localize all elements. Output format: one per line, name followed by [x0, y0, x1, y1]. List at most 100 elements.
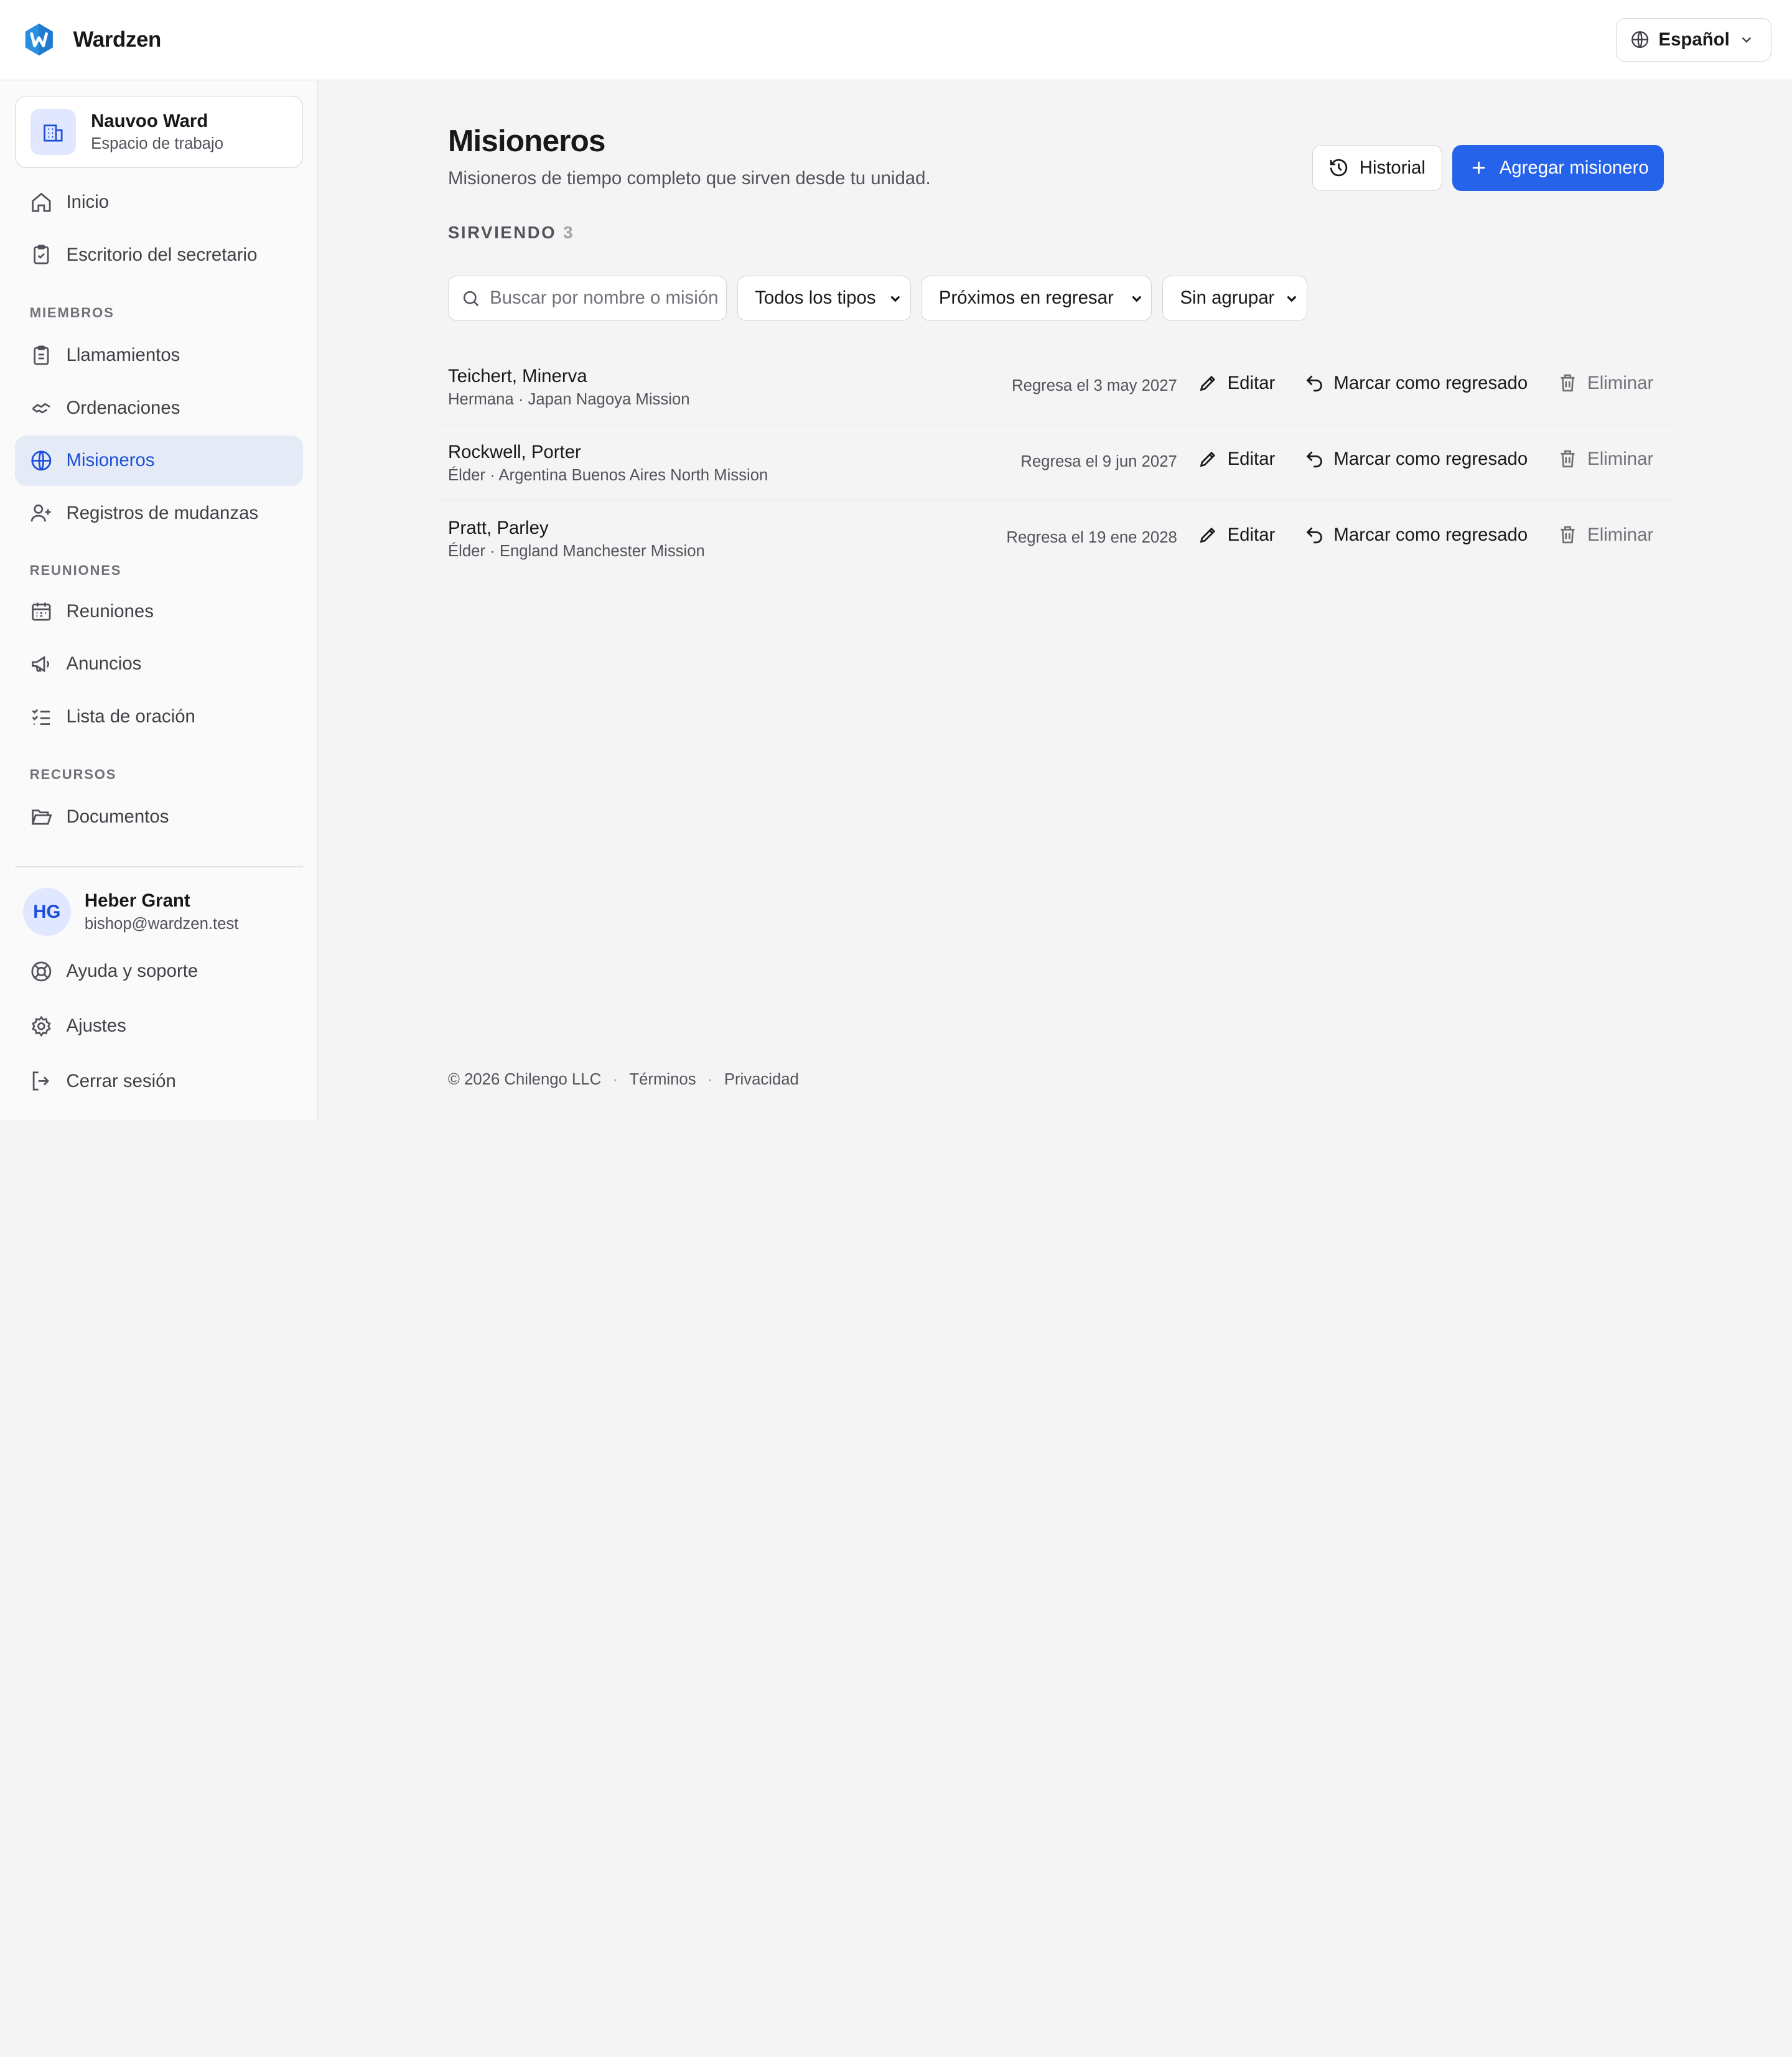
- edit-button[interactable]: Editar: [1198, 525, 1275, 546]
- missionary-meta: Élder · Argentina Buenos Aires North Mis…: [447, 467, 768, 485]
- brand[interactable]: Wardzen: [23, 22, 161, 57]
- delete-label: Eliminar: [1587, 448, 1654, 469]
- workspace-name: Nauvoo Ward: [91, 110, 208, 131]
- undo-icon: [1306, 527, 1322, 544]
- avatar: HG: [22, 888, 71, 936]
- main-content: Misioneros Misioneros de tiempo completo…: [319, 81, 1792, 1120]
- sidebar-divider: [14, 866, 303, 868]
- sidebar-item-anuncios[interactable]: Anuncios: [15, 639, 303, 689]
- workspace-switcher[interactable]: Nauvoo Ward Espacio de trabajo: [14, 96, 303, 168]
- mark-returned-label: Marcar como regresado: [1333, 372, 1528, 393]
- edit-button[interactable]: Editar: [1198, 449, 1275, 470]
- sidebar-item-ayuda[interactable]: Ayuda y soporte: [15, 946, 303, 997]
- footer: © 2026 Chilengo LLC · Términos · Privaci…: [448, 1071, 799, 1089]
- handshake-icon: [32, 403, 50, 414]
- nav-section-miembros: MIEMBROS: [29, 305, 114, 321]
- edit-label: Editar: [1227, 372, 1276, 393]
- serving-label: SIRVIENDO: [447, 223, 557, 243]
- type-filter-select[interactable]: Todos los tipos: [737, 275, 911, 322]
- life-buoy-icon: [31, 961, 52, 982]
- clipboard-check-icon: [34, 245, 49, 264]
- trash-icon: [1561, 374, 1575, 392]
- chevron-down-icon: [1742, 37, 1752, 43]
- missionary-name[interactable]: Rockwell, Porter: [448, 442, 581, 463]
- mark-returned-button[interactable]: Marcar como regresado: [1304, 525, 1528, 546]
- sidebar-item-lista-oracion[interactable]: Lista de oración: [15, 691, 303, 742]
- mark-returned-button[interactable]: Marcar como regresado: [1304, 449, 1528, 470]
- add-missionary-button[interactable]: Agregar misionero: [1452, 145, 1664, 191]
- sidebar-item-ordenaciones[interactable]: Ordenaciones: [15, 383, 303, 433]
- app-root: Wardzen Español Nauvoo Ward Espacio de t…: [0, 0, 1792, 1120]
- sidebar-item-label: Documentos: [66, 806, 169, 828]
- serving-count: 3: [563, 223, 573, 243]
- sidebar-item-label: Llamamientos: [66, 345, 180, 366]
- missionary-name[interactable]: Teichert, Minerva: [448, 366, 587, 387]
- return-date: Regresa el 19 ene 2028: [1006, 529, 1177, 547]
- user-name: Heber Grant: [84, 890, 190, 912]
- sort-select[interactable]: Próximos en regresar: [921, 275, 1152, 322]
- footer-separator: ·: [707, 1070, 713, 1088]
- list-item: Rockwell, Porter Élder · Argentina Bueno…: [437, 424, 1673, 501]
- delete-button[interactable]: Eliminar: [1557, 525, 1653, 546]
- sidebar-item-label: Ordenaciones: [66, 397, 180, 418]
- delete-button[interactable]: Eliminar: [1557, 449, 1653, 470]
- sort-value: Próximos en regresar: [938, 287, 1114, 309]
- sidebar-item-label: Lista de oración: [66, 706, 195, 727]
- sidebar-item-label: Registros de mudanzas: [66, 502, 259, 523]
- delete-label: Eliminar: [1587, 524, 1654, 545]
- globe-icon: [31, 450, 52, 471]
- mark-returned-label: Marcar como regresado: [1333, 524, 1528, 545]
- terms-link[interactable]: Términos: [629, 1071, 696, 1089]
- chevron-down-icon: [1131, 296, 1142, 302]
- pencil-icon: [1200, 528, 1215, 543]
- clipboard-list-icon: [34, 345, 49, 365]
- mark-returned-button[interactable]: Marcar como regresado: [1304, 373, 1528, 394]
- sidebar-item-ajustes[interactable]: Ajustes: [15, 1001, 303, 1052]
- language-selector[interactable]: Español: [1615, 17, 1771, 62]
- group-select[interactable]: Sin agrupar: [1162, 275, 1308, 322]
- sidebar-item-label: Cerrar sesión: [66, 1070, 176, 1091]
- sidebar-item-misioneros[interactable]: Misioneros: [14, 435, 303, 486]
- page-subtitle: Misioneros de tiempo completo que sirven…: [447, 167, 931, 189]
- delete-button[interactable]: Eliminar: [1557, 373, 1653, 394]
- user-plus-icon: [30, 505, 51, 522]
- search-input[interactable]: Buscar por nombre o misión: [447, 275, 727, 322]
- delete-label: Eliminar: [1587, 372, 1654, 393]
- sidebar-item-label: Anuncios: [66, 653, 142, 674]
- sidebar-item-label: Escritorio del secretario: [66, 244, 258, 265]
- sidebar-item-label: Inicio: [66, 192, 110, 213]
- user-profile[interactable]: HG Heber Grant bishop@wardzen.test: [22, 888, 239, 936]
- edit-button[interactable]: Editar: [1198, 373, 1275, 394]
- sidebar-item-mudanzas[interactable]: Registros de mudanzas: [15, 488, 303, 538]
- missionary-name[interactable]: Pratt, Parley: [448, 518, 549, 539]
- megaphone-icon: [31, 655, 49, 673]
- list-item: Teichert, Minerva Hermana · Japan Nagoya…: [437, 348, 1673, 425]
- history-icon: [1330, 159, 1348, 177]
- footer-separator: ·: [612, 1070, 618, 1088]
- edit-label: Editar: [1227, 448, 1276, 469]
- undo-icon: [1306, 375, 1322, 392]
- sidebar-item-escritorio[interactable]: Escritorio del secretario: [15, 230, 303, 280]
- gear-icon: [31, 1015, 51, 1037]
- pencil-icon: [1200, 376, 1215, 391]
- search-placeholder: Buscar por nombre o misión: [490, 287, 719, 309]
- missionary-list: Teichert, Minerva Hermana · Japan Nagoya…: [437, 348, 1673, 576]
- top-bar: Wardzen Español: [0, 0, 1792, 80]
- sidebar-item-cerrar-sesion[interactable]: Cerrar sesión: [15, 1056, 303, 1106]
- user-email: bishop@wardzen.test: [84, 915, 239, 933]
- home-icon: [31, 192, 51, 212]
- privacy-link[interactable]: Privacidad: [724, 1071, 799, 1089]
- sidebar: Nauvoo Ward Espacio de trabajo Inicio Es…: [0, 81, 318, 1120]
- history-button[interactable]: Historial: [1312, 145, 1442, 191]
- sidebar-item-reuniones[interactable]: Reuniones: [15, 586, 303, 637]
- nav-section-reuniones: REUNIONES: [29, 562, 122, 578]
- sidebar-item-llamamientos[interactable]: Llamamientos: [15, 330, 303, 381]
- sidebar-item-inicio[interactable]: Inicio: [15, 177, 303, 228]
- sidebar-item-label: Reuniones: [66, 600, 154, 622]
- group-value: Sin agrupar: [1180, 287, 1275, 309]
- missionary-meta: Hermana · Japan Nagoya Mission: [447, 391, 690, 409]
- trash-icon: [1561, 450, 1575, 468]
- brand-name: Wardzen: [73, 27, 162, 52]
- sidebar-item-label: Misioneros: [66, 450, 155, 471]
- sidebar-item-documentos[interactable]: Documentos: [15, 792, 303, 842]
